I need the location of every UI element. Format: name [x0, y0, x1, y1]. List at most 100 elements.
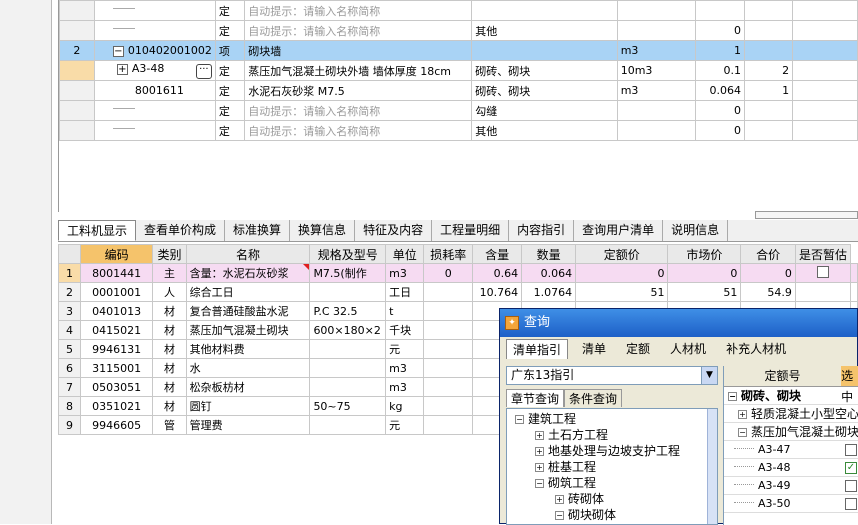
item-name[interactable]: 砌块墙 — [244, 40, 473, 61]
expand-icon[interactable]: + — [535, 463, 544, 472]
resource-loss[interactable]: 0 — [423, 263, 474, 283]
resource-name[interactable]: 其他材料费 — [185, 339, 311, 359]
estimate-checkbox-cell[interactable] — [794, 282, 852, 302]
resource-spec[interactable] — [309, 339, 387, 359]
tab-7[interactable]: 查询用户清单 — [574, 220, 664, 241]
expand-icon[interactable]: + — [535, 431, 544, 440]
tree-node[interactable]: − 砌块砌体 — [507, 507, 717, 523]
item-name[interactable]: 自动提示：请输入名称简称 — [244, 120, 473, 141]
item-unit[interactable]: 10m3 — [616, 60, 696, 81]
resource-name[interactable]: 综合工日 — [185, 282, 311, 302]
column-header[interactable]: 是否暂估 — [794, 244, 852, 264]
tab-5[interactable]: 工程量明细 — [432, 220, 510, 241]
resource-unit[interactable]: 工日 — [385, 282, 425, 302]
item-code[interactable] — [93, 120, 216, 141]
item-type[interactable]: 定 — [214, 120, 246, 141]
item-type[interactable]: 项 — [214, 40, 246, 61]
resource-unit[interactable]: 元 — [385, 415, 425, 435]
item-price[interactable]: 1 — [743, 80, 794, 101]
item-name[interactable]: 水泥石灰砂浆 M7.5 — [244, 80, 473, 101]
item-type[interactable]: 定 — [214, 100, 246, 121]
collapse-icon[interactable]: − — [515, 415, 524, 424]
tree-node[interactable]: − 砌筑工程 — [507, 475, 717, 491]
item-extra[interactable] — [792, 0, 858, 21]
item-feature[interactable]: 其他 — [471, 20, 618, 41]
resource-cat[interactable]: 材 — [152, 320, 187, 340]
resource-loss[interactable] — [423, 377, 474, 397]
tree-scrollbar[interactable] — [707, 409, 717, 524]
resource-cat[interactable]: 材 — [152, 377, 187, 397]
column-header[interactable]: 损耗率 — [423, 244, 474, 264]
query-mode-tab-1[interactable]: 条件查询 — [564, 389, 623, 407]
resource-content[interactable]: 0.64 — [472, 263, 523, 283]
chevron-down-icon[interactable]: ▼ — [701, 367, 717, 384]
resource-loss[interactable] — [423, 301, 474, 321]
resource-total[interactable]: 0 — [740, 263, 796, 283]
quota-item[interactable]: A3-47 — [724, 441, 858, 459]
dialog-tab-4[interactable]: 补充人材机 — [720, 339, 792, 359]
bill-row[interactable]: 8001611 定水泥石灰砂浆 M7.5 砌砖、砌块 m3 0.064 1 — [59, 80, 858, 101]
resource-market[interactable]: 51 — [667, 282, 742, 302]
item-extra[interactable] — [792, 40, 858, 61]
resource-spec[interactable] — [309, 415, 387, 435]
dialog-tab-2[interactable]: 定额 — [620, 339, 656, 359]
resource-name[interactable]: 蒸压加气混凝土砌块 — [185, 320, 311, 340]
resource-name[interactable]: 松杂板枋材 — [185, 377, 311, 397]
resource-row[interactable]: 2 0001001 人综合工日 工日 10.764 1.0764 51 51 54.9 — [57, 282, 858, 302]
item-extra[interactable] — [792, 100, 858, 121]
quota-group[interactable]: + 轻质混凝土小型空心 — [724, 405, 858, 423]
column-header[interactable]: 规格及型号 — [309, 244, 387, 264]
dialog-tab-0[interactable]: 清单指引 — [506, 339, 569, 359]
resource-cat[interactable]: 材 — [152, 396, 187, 416]
item-quantity[interactable]: 0 — [694, 120, 745, 141]
item-quantity[interactable]: 0.064 — [694, 80, 745, 101]
item-quantity[interactable] — [694, 0, 745, 21]
column-header[interactable]: 数量 — [521, 244, 577, 264]
resource-loss[interactable] — [423, 396, 474, 416]
tree-node[interactable]: + 桩基工程 — [507, 459, 717, 475]
item-unit[interactable] — [616, 20, 696, 41]
item-type[interactable]: 定 — [214, 80, 246, 101]
item-feature[interactable]: 砌砖、砌块 — [471, 80, 618, 101]
resource-spec[interactable] — [309, 377, 387, 397]
item-unit[interactable]: m3 — [616, 80, 696, 101]
resource-code[interactable]: 0503051 — [80, 377, 154, 397]
bill-row[interactable]: + A3-48 ··· 定蒸压加气混凝土砌块外墙 墙体厚度 18cm 砌砖、砌块 10m3… — [59, 60, 858, 81]
resource-spec[interactable]: P.C 32.5 — [309, 301, 387, 321]
estimate-checkbox-cell[interactable] — [794, 263, 852, 283]
expand-icon[interactable]: + — [535, 447, 544, 456]
resource-unit[interactable]: m3 — [385, 358, 425, 378]
column-header[interactable]: 名称 — [185, 244, 311, 264]
column-header[interactable]: 合价 — [740, 244, 796, 264]
tree-node[interactable]: + 地基处理与边坡支护工程 — [507, 443, 717, 459]
item-price[interactable]: 2 — [743, 60, 794, 81]
item-feature[interactable]: 砌砖、砌块 — [471, 60, 618, 81]
item-price[interactable] — [743, 120, 794, 141]
resource-qty[interactable]: 0.064 — [521, 263, 577, 283]
query-mode-tab-0[interactable]: 章节查询 — [506, 389, 565, 407]
resource-name[interactable]: 水 — [185, 358, 311, 378]
item-name[interactable]: 自动提示：请输入名称简称 — [244, 0, 473, 21]
resource-spec[interactable] — [309, 282, 387, 302]
resource-name[interactable]: 复合普通硅酸盐水泥 — [185, 301, 311, 321]
tree-node[interactable]: + 土石方工程 — [507, 427, 717, 443]
expand-icon[interactable]: + — [555, 495, 564, 504]
item-name[interactable]: 蒸压加气混凝土砌块外墙 墙体厚度 18cm — [244, 60, 473, 81]
item-type[interactable]: 定 — [214, 0, 246, 21]
resource-unit[interactable]: m3 — [385, 263, 425, 283]
resource-total[interactable]: 54.9 — [740, 282, 796, 302]
resource-content[interactable]: 10.764 — [472, 282, 523, 302]
resource-unit[interactable]: t — [385, 301, 425, 321]
row-number[interactable] — [59, 100, 95, 121]
resource-spec[interactable]: M7.5(制作 — [309, 263, 387, 283]
bill-row[interactable]: 定自动提示：请输入名称简称 其他 0 — [59, 120, 858, 141]
item-feature[interactable] — [471, 40, 618, 61]
bill-row[interactable]: 2−010402001002 项砌块墙 m3 1 — [59, 40, 858, 61]
resource-unit[interactable]: kg — [385, 396, 425, 416]
resource-code[interactable]: 0415021 — [80, 320, 154, 340]
item-price[interactable] — [743, 40, 794, 61]
item-unit[interactable] — [616, 0, 696, 21]
column-header[interactable]: 编码 — [80, 244, 154, 264]
resource-loss[interactable] — [423, 282, 474, 302]
item-type[interactable]: 定 — [214, 20, 246, 41]
